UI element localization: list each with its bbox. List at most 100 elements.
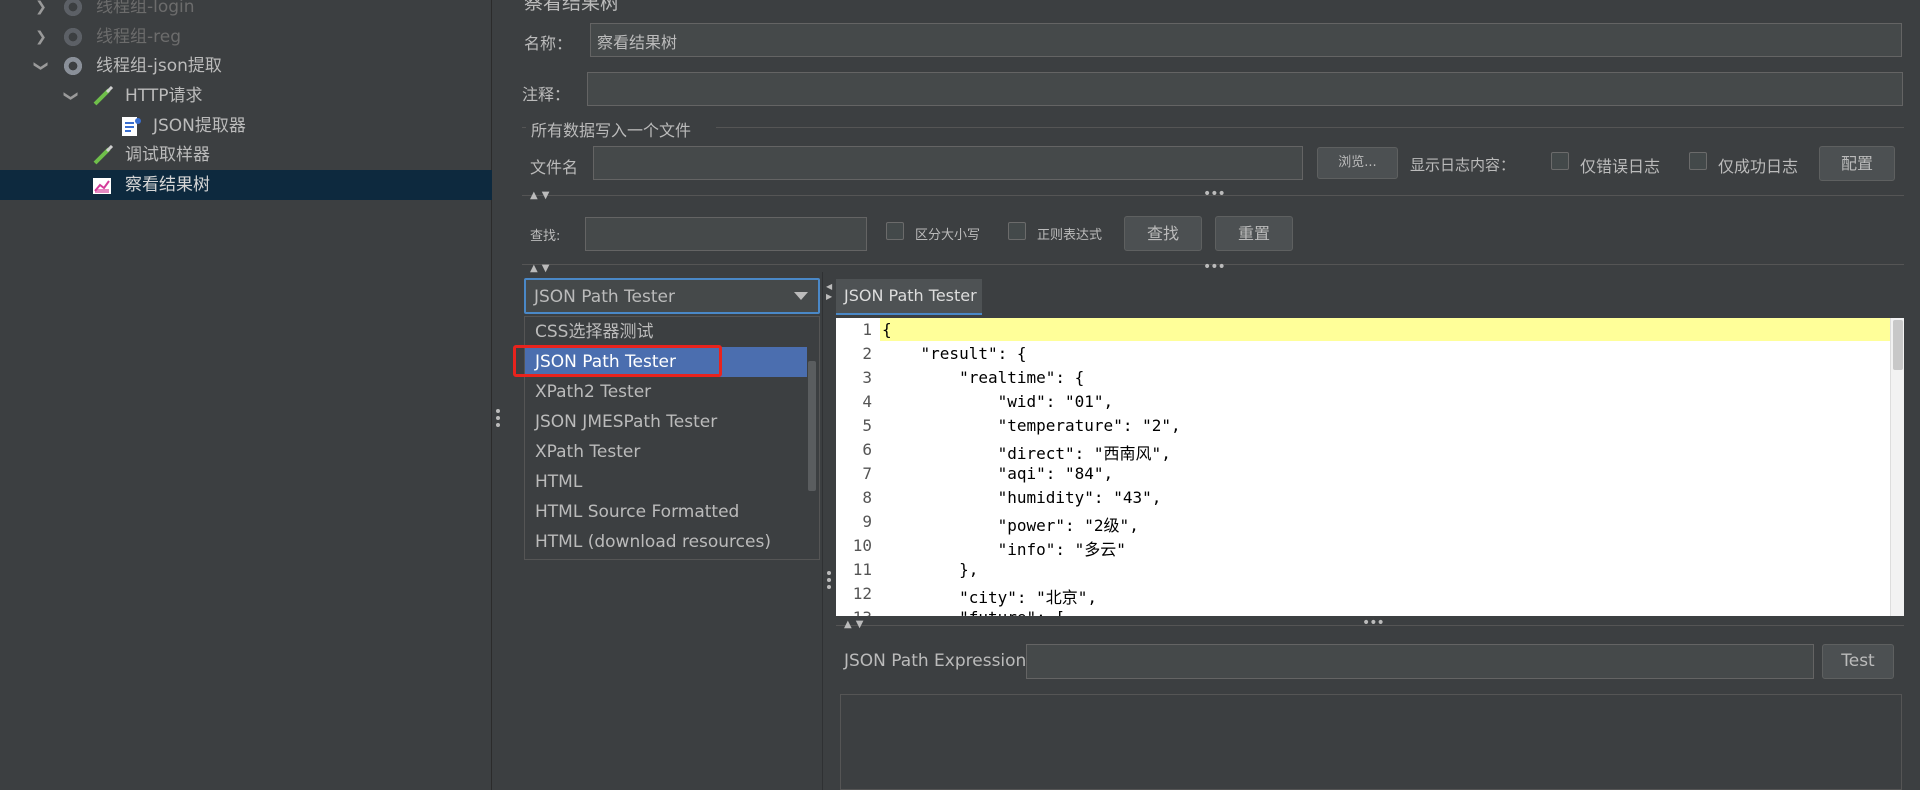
renderer-option[interactable]: JSON JMESPath Tester — [525, 407, 807, 437]
renderer-selected-value: JSON Path Tester — [534, 287, 675, 307]
collapse-arrows-icon[interactable]: ▲▼ — [530, 263, 553, 274]
gear-icon — [62, 0, 84, 17]
current-line-highlight — [880, 318, 1892, 341]
renderer-option[interactable]: HTML Source Formatted — [525, 497, 807, 527]
tree-item-label: 线程组-reg — [96, 27, 181, 47]
tree-item-label: 线程组-login — [96, 0, 195, 17]
collapse-arrows-icon[interactable]: ▲▼ — [844, 619, 867, 630]
code-line: "realtime": { — [882, 368, 1085, 387]
test-plan-tree: ❯ 线程组-login ❯ 线程组-reg ❯ 线程组-json提取 ❯ HTT… — [0, 0, 492, 790]
splitter-handle[interactable]: ••• — [1362, 615, 1385, 631]
response-body-viewer[interactable]: 12345678910111213{ "result": { "realtime… — [836, 318, 1892, 616]
line-number: 3 — [862, 368, 872, 387]
renderer-option[interactable]: CSS选择器测试 — [525, 317, 807, 347]
code-line: "info": "多云" — [882, 540, 1126, 559]
collapse-arrows-icon[interactable]: ◀ ▶ — [826, 282, 832, 302]
chevron-right-icon[interactable]: ❯ — [33, 22, 49, 52]
comment-field[interactable] — [587, 72, 1903, 106]
success-only-label: 仅成功日志 — [1718, 157, 1799, 176]
renderer-option[interactable]: HTML (download resources) — [525, 527, 807, 557]
tree-item-label: 调试取样器 — [125, 145, 210, 165]
tree-item-label: JSON提取器 — [153, 116, 246, 136]
tree-item-view-results-tree[interactable]: 察看结果树 — [0, 170, 492, 200]
tree-item-label: 线程组-json提取 — [96, 56, 222, 76]
tree-item-debug-sampler[interactable]: 调试取样器 — [0, 140, 492, 170]
dropdown-scrollbar[interactable] — [808, 361, 816, 491]
case-sensitive-checkbox[interactable] — [886, 222, 904, 240]
reset-button[interactable]: 重置 — [1215, 216, 1293, 251]
chart-icon — [92, 175, 114, 195]
code-line: { — [882, 320, 892, 339]
renderer-select[interactable]: JSON Path Tester — [524, 278, 820, 314]
pipette-icon — [92, 144, 114, 165]
code-line: "wid": "01", — [882, 392, 1114, 411]
code-line: "temperature": "2", — [882, 416, 1181, 435]
scrollbar-thumb[interactable] — [1893, 320, 1903, 370]
code-line: "humidity": "43", — [882, 488, 1162, 507]
line-number: 8 — [862, 488, 872, 507]
line-number: 7 — [862, 464, 872, 483]
chevron-down-icon[interactable]: ❯ — [56, 88, 86, 104]
splitter-handle[interactable] — [826, 570, 832, 594]
errors-only-checkbox[interactable] — [1551, 152, 1569, 170]
collapse-arrows-icon[interactable]: ▲▼ — [530, 190, 553, 201]
json-path-expression-label: JSON Path Expression — [844, 651, 1027, 671]
code-line: "power": "2级", — [882, 516, 1139, 535]
renderer-option[interactable]: XPath2 Tester — [525, 377, 807, 407]
code-line: "aqi": "84", — [882, 464, 1114, 483]
code-line: "direct": "西南风", — [882, 444, 1171, 463]
case-sensitive-label: 区分大小写 — [915, 228, 981, 243]
tab-json-path-tester[interactable]: JSON Path Tester — [836, 279, 982, 315]
search-label: 查找: — [530, 229, 561, 244]
file-section-title: 所有数据写入一个文件 — [531, 121, 692, 140]
tree-item-thread-group-reg[interactable]: ❯ 线程组-reg — [0, 22, 492, 52]
tree-item-thread-group-json[interactable]: ❯ 线程组-json提取 — [0, 51, 492, 81]
search-input[interactable] — [585, 217, 867, 251]
errors-only-label: 仅错误日志 — [1580, 157, 1661, 176]
renderer-option[interactable]: XPath Tester — [525, 437, 807, 467]
line-number: 6 — [862, 440, 872, 459]
browse-button[interactable]: 浏览... — [1317, 147, 1398, 179]
regex-checkbox[interactable] — [1008, 222, 1026, 240]
tree-item-thread-group-login[interactable]: ❯ 线程组-login — [0, 0, 492, 22]
line-number: 11 — [852, 560, 872, 579]
line-number: 13 — [836, 608, 872, 616]
line-number: 1 — [862, 320, 872, 339]
filename-field[interactable] — [593, 146, 1303, 180]
highlight-box — [513, 345, 722, 377]
log-display-label: 显示日志内容： — [1410, 156, 1516, 174]
panel-splitter[interactable] — [495, 408, 501, 428]
success-only-checkbox[interactable] — [1689, 152, 1707, 170]
line-number: 12 — [852, 584, 872, 603]
renderer-option[interactable]: HTML — [525, 467, 807, 497]
tree-item-json-extractor[interactable]: JSON提取器 — [0, 111, 492, 141]
chevron-down-icon[interactable]: ❯ — [26, 58, 56, 74]
test-button[interactable]: Test — [1822, 644, 1894, 679]
code-line: "result": { — [882, 344, 1027, 363]
tree-item-label: 察看结果树 — [125, 175, 210, 195]
code-line: "city": "北京", — [882, 588, 1098, 607]
splitter-handle[interactable]: ••• — [1203, 186, 1226, 202]
json-path-expression-input[interactable] — [1026, 644, 1814, 679]
json-path-result-area[interactable] — [840, 694, 1902, 790]
splitter-handle[interactable]: ••• — [1203, 259, 1226, 275]
response-scrollbar[interactable] — [1890, 318, 1904, 616]
chevron-right-icon[interactable]: ❯ — [33, 0, 49, 22]
name-field[interactable]: 察看结果树 — [590, 23, 1902, 57]
regex-label: 正则表达式 — [1037, 228, 1103, 243]
line-number: 10 — [852, 536, 872, 555]
tree-item-http-request[interactable]: ❯ HTTP请求 — [0, 81, 492, 111]
panel-title: 察看结果树 — [524, 0, 620, 14]
tree-item-label: HTTP请求 — [125, 86, 203, 106]
line-number: 9 — [862, 512, 872, 531]
filename-label: 文件名 — [530, 158, 579, 177]
code-line: }, — [882, 560, 979, 579]
configure-button[interactable]: 配置 — [1819, 146, 1895, 181]
gear-icon — [62, 27, 84, 47]
dropdown-arrow-icon[interactable] — [794, 292, 808, 300]
document-icon — [120, 116, 142, 136]
code-line: "future": [ — [882, 608, 1065, 616]
find-button[interactable]: 查找 — [1124, 216, 1202, 251]
comment-label: 注释： — [522, 85, 571, 104]
name-label: 名称： — [524, 34, 573, 53]
